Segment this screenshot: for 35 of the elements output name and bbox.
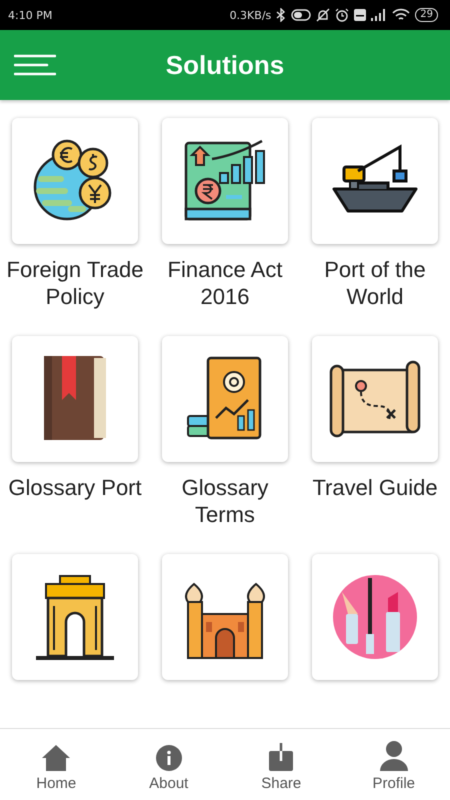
solution-card[interactable] <box>12 336 138 462</box>
home-icon <box>41 743 72 771</box>
wifi-icon <box>392 8 410 22</box>
solution-label: Glossary Terms <box>180 474 270 528</box>
network-speed: 0.3KB/s <box>230 8 272 22</box>
solution-card[interactable] <box>312 336 438 462</box>
solution-label: Glossary Port <box>7 474 143 501</box>
menu-icon <box>14 54 56 76</box>
solution-card[interactable] <box>12 554 138 680</box>
bluetooth-icon <box>276 8 286 22</box>
solution-card[interactable] <box>12 118 138 244</box>
share-icon <box>269 741 294 771</box>
solution-card[interactable] <box>162 554 288 680</box>
solution-label: Foreign Trade Policy <box>6 256 144 310</box>
nav-tab[interactable]: Profile <box>338 729 450 800</box>
page-title: Solutions <box>166 50 284 80</box>
solution-label: Finance Act 2016 <box>166 256 284 310</box>
toggle-icon <box>291 9 312 21</box>
info-icon <box>156 745 182 771</box>
signal-icon <box>371 9 388 21</box>
solution-card[interactable] <box>312 118 438 244</box>
nav-tab[interactable]: Home <box>0 729 112 800</box>
solution-card[interactable] <box>162 118 288 244</box>
status-time: 4:10 PM <box>8 8 52 22</box>
menu-button[interactable] <box>14 54 56 76</box>
nav-tab[interactable]: About <box>112 729 225 800</box>
profile-icon <box>380 741 408 771</box>
solution-label: Port of the World <box>323 256 427 310</box>
alarm-icon <box>335 8 350 22</box>
makeup-icon <box>330 572 420 662</box>
bell-off-icon <box>316 8 330 22</box>
solution-card[interactable] <box>162 336 288 462</box>
nav-tab[interactable]: Share <box>225 729 338 800</box>
solution-label: Travel Guide <box>311 474 439 501</box>
battery-indicator: 29 <box>415 8 438 22</box>
